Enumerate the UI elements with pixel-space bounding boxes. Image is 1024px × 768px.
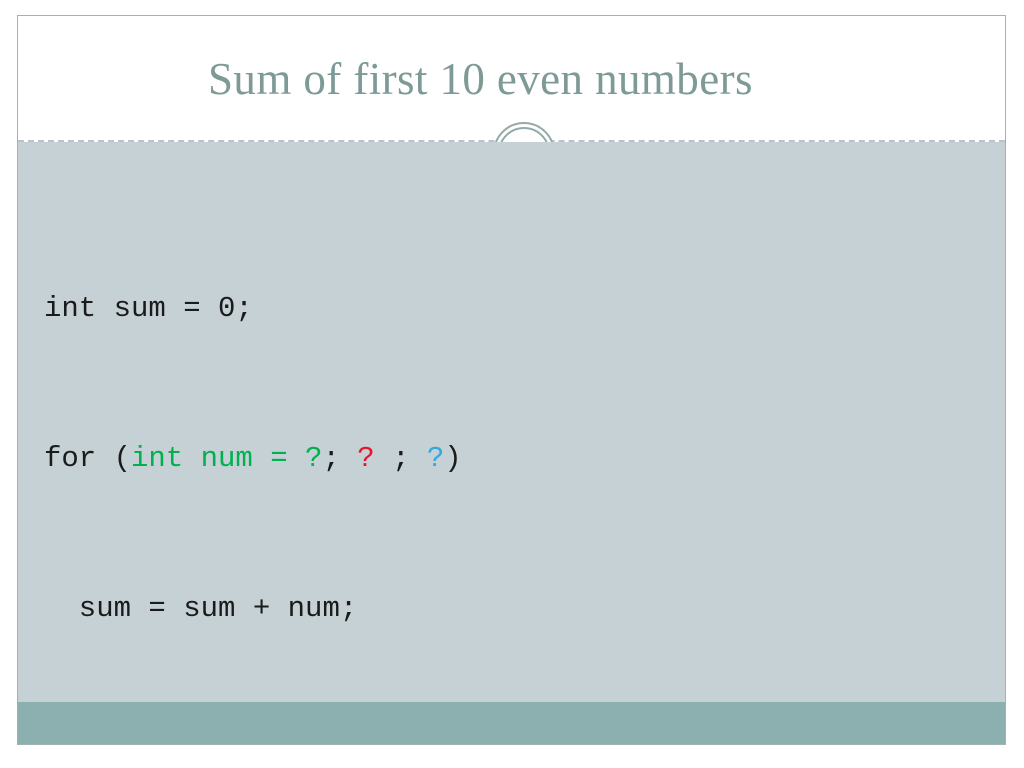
slide-body: int sum = 0; for (int num = ?; ? ; ?) su… xyxy=(18,142,1005,706)
code-token: for ( xyxy=(44,442,132,475)
code-token: ; xyxy=(374,442,427,475)
page-title: Sum of first 10 even numbers xyxy=(208,54,753,104)
code-block: int sum = 0; for (int num = ?; ? ; ?) su… xyxy=(44,184,462,734)
code-token: int sum = 0; xyxy=(44,292,253,325)
code-token: ? xyxy=(357,442,375,475)
code-token: sum = sum + num; xyxy=(44,592,358,625)
code-line-1: int sum = 0; xyxy=(44,284,462,334)
footer-accent-band xyxy=(18,702,1005,744)
code-token: int num = ? xyxy=(131,442,323,475)
code-token: ? xyxy=(426,442,445,475)
code-line-3: sum = sum + num; xyxy=(44,584,462,634)
code-token: ; xyxy=(322,442,358,475)
presentation-slide: Sum of first 10 even numbers int sum = 0… xyxy=(17,15,1006,745)
code-token: ) xyxy=(444,442,462,475)
code-line-2: for (int num = ?; ? ; ?) xyxy=(44,434,462,484)
